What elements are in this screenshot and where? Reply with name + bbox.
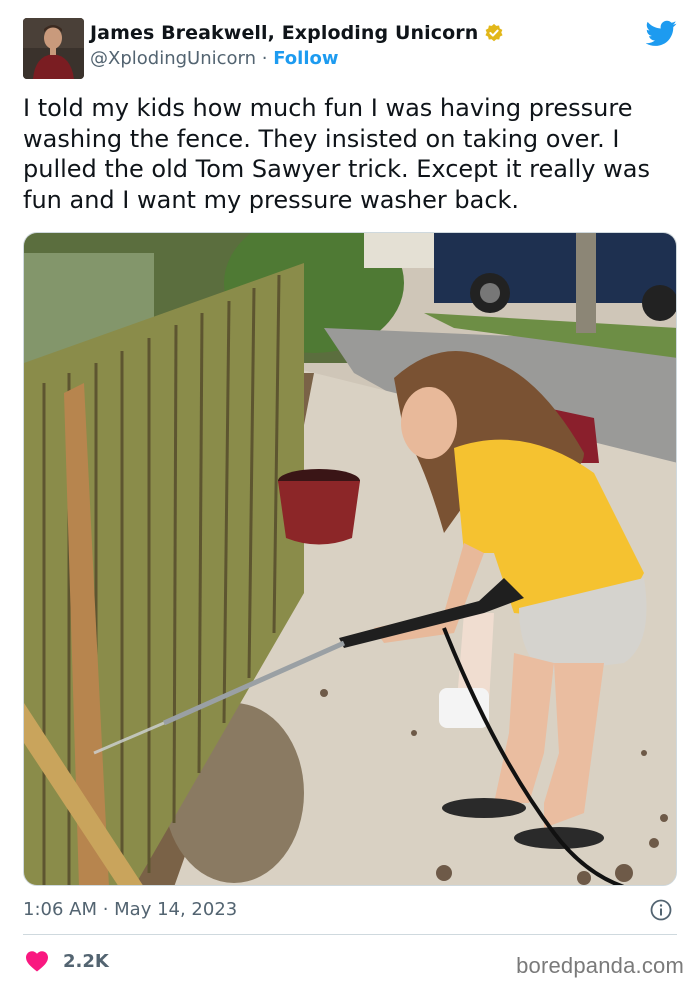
handle-separator: · <box>261 48 268 69</box>
watermark: boredpanda.com <box>516 953 684 978</box>
heart-icon <box>26 951 48 972</box>
author-avatar[interactable] <box>23 18 84 79</box>
author-display-name[interactable]: James Breakwell, Exploding Unicorn <box>90 22 478 44</box>
author-info: James Breakwell, Exploding Unicorn @Xplo… <box>90 22 504 69</box>
tweet-meta: 1:06 AM · May 14, 2023 <box>23 897 677 923</box>
tweet-text: I told my kids how much fun I was having… <box>23 94 650 214</box>
tweet-header: James Breakwell, Exploding Unicorn @Xplo… <box>23 18 677 80</box>
twitter-bird-icon[interactable] <box>646 20 677 47</box>
author-handle-row: @XplodingUnicorn · Follow <box>90 48 504 69</box>
author-handle[interactable]: @XplodingUnicorn <box>90 48 256 69</box>
verified-badge-icon <box>485 23 503 42</box>
avatar-image <box>23 18 84 79</box>
author-name-row: James Breakwell, Exploding Unicorn <box>90 22 504 44</box>
like-count: 2.2K <box>63 950 109 972</box>
tweet-timestamp[interactable]: 1:06 AM · May 14, 2023 <box>23 899 237 920</box>
photo-image <box>24 233 676 885</box>
tweet-photo[interactable] <box>23 232 677 886</box>
info-icon[interactable] <box>649 898 673 922</box>
tweet-card: James Breakwell, Exploding Unicorn @Xplo… <box>0 0 700 988</box>
follow-button[interactable]: Follow <box>273 48 338 69</box>
meta-divider <box>23 934 677 935</box>
like-action[interactable]: 2.2K <box>25 947 109 975</box>
